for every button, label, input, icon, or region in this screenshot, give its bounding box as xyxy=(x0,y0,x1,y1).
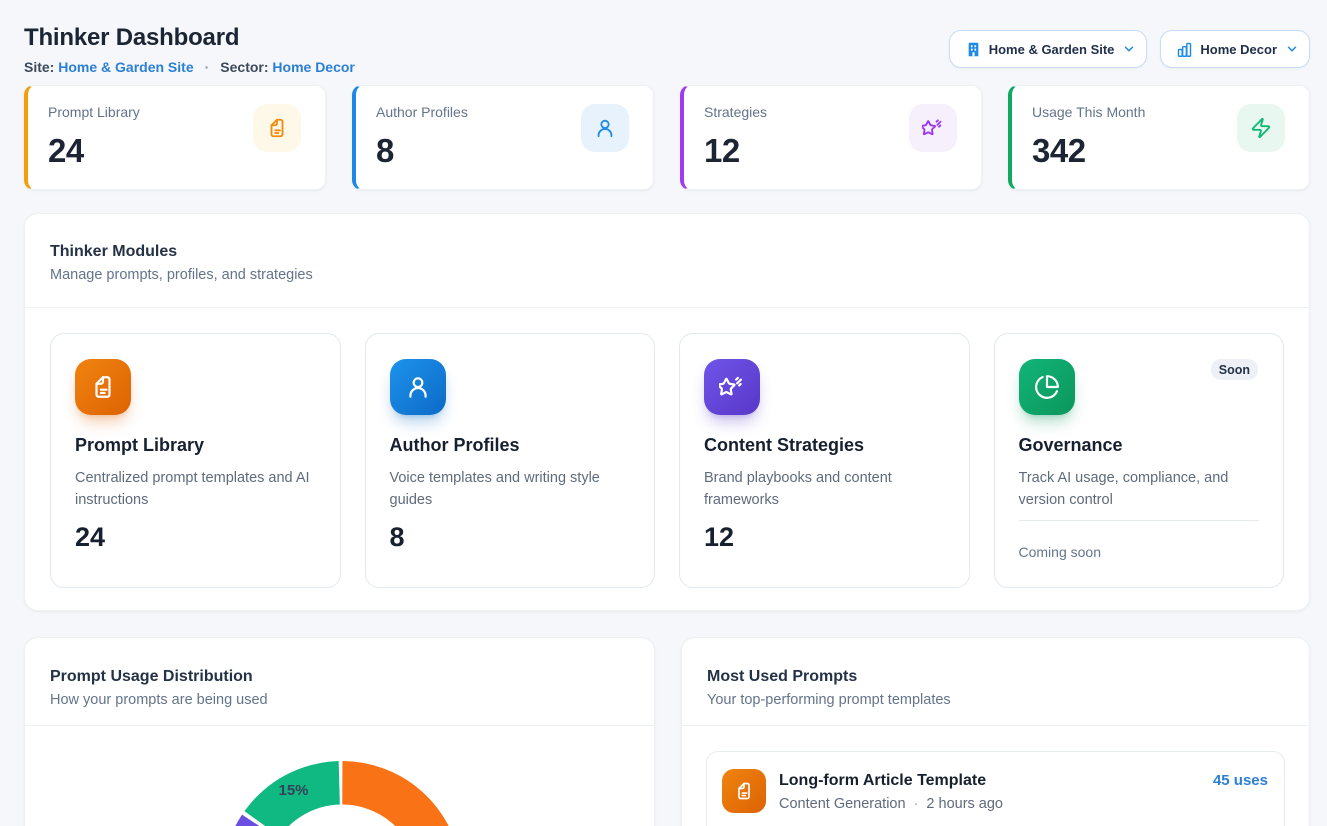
svg-text:15%: 15% xyxy=(278,782,308,799)
